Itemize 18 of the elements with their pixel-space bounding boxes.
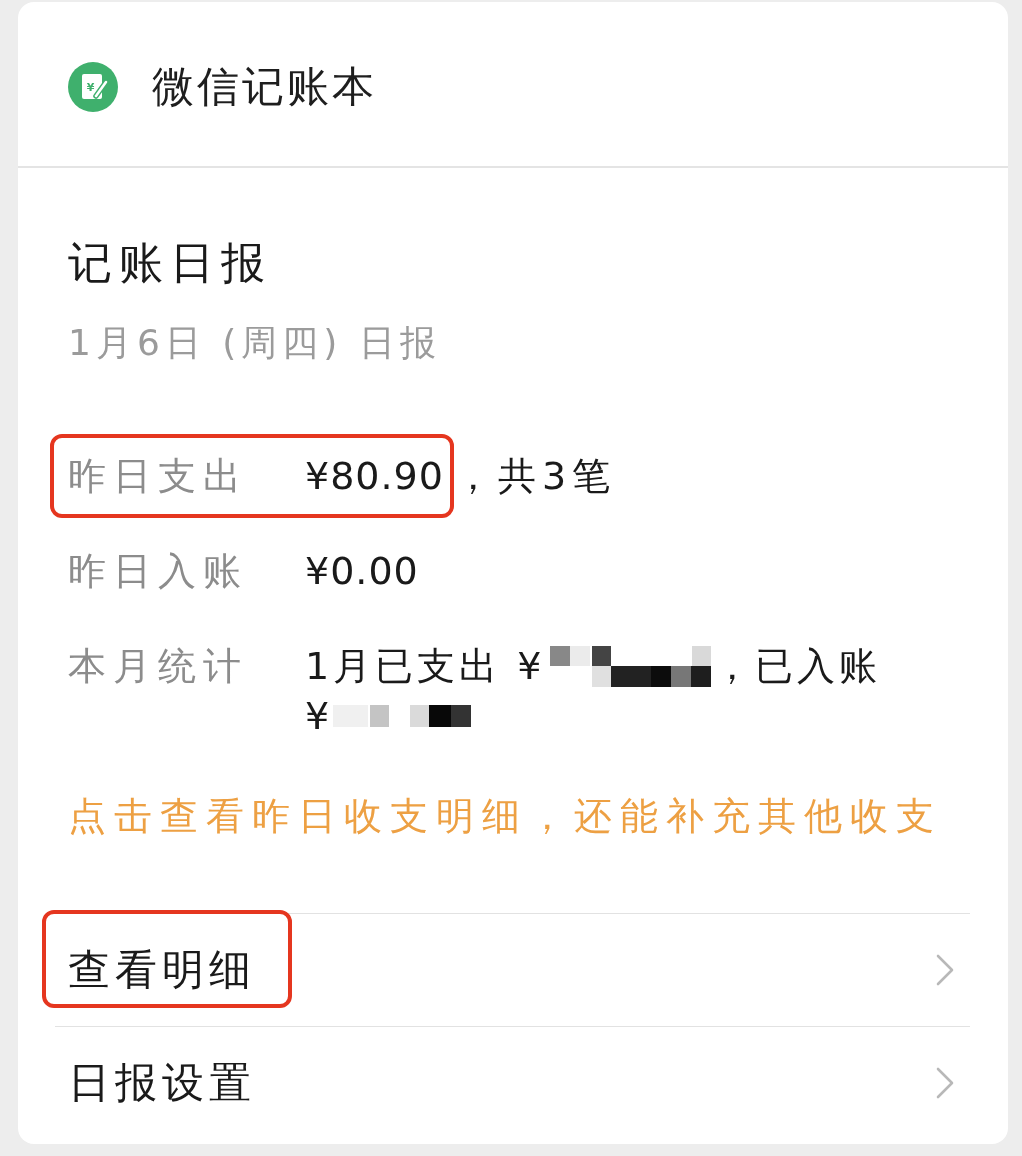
- hint-text: 点击查看昨日收支明细，还能补充其他收支: [68, 792, 943, 840]
- app-logo-icon: ¥: [68, 62, 118, 112]
- report-date: 1月6日 (周四) 日报: [68, 320, 442, 365]
- app-title: 微信记账本: [152, 61, 377, 113]
- menu-item[interactable]: 查看明细: [55, 912, 970, 1026]
- chevron-right-icon: [936, 1066, 954, 1099]
- stat-label: 本月统计: [68, 642, 249, 690]
- stat-value: 1月已支出 ¥: [305, 642, 546, 690]
- stat-value: ¥80.90: [305, 452, 444, 500]
- stat-note: ，共3笔: [453, 452, 617, 500]
- report-title: 记账日报: [68, 235, 273, 290]
- stat-value: ¥: [305, 692, 334, 740]
- menu-item[interactable]: 日报设置: [55, 1025, 970, 1139]
- stat-label: 昨日入账: [68, 547, 249, 595]
- stat-value: ，已入账: [713, 642, 882, 690]
- stat-value: ¥0.00: [305, 547, 419, 595]
- chevron-right-icon: [936, 953, 954, 986]
- stat-label: 昨日支出: [68, 452, 249, 500]
